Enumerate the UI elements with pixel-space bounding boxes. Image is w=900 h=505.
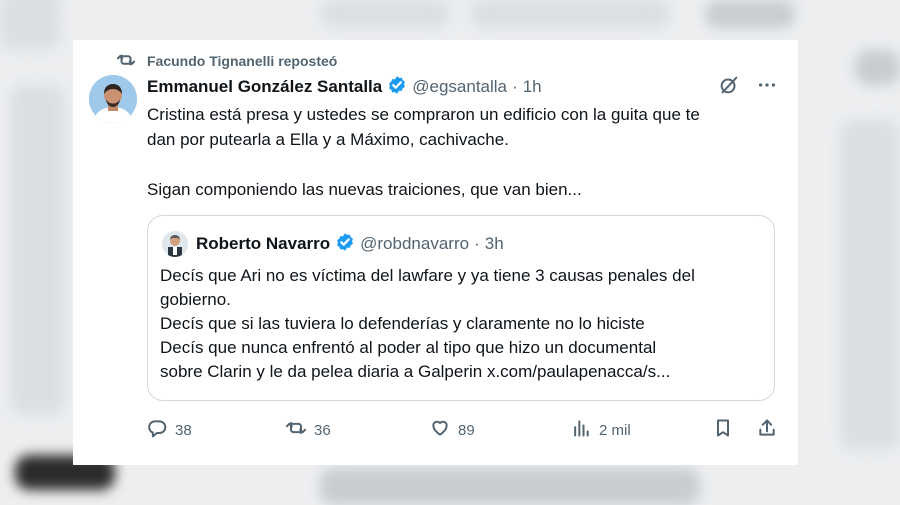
author-name[interactable]: Emmanuel González Santalla (147, 77, 382, 97)
quote-timestamp[interactable]: 3h (485, 234, 504, 254)
bookmark-icon[interactable] (713, 418, 733, 442)
share-icon[interactable] (757, 418, 777, 442)
like-count: 89 (458, 421, 475, 439)
view-count: 2 mil (599, 421, 631, 439)
background-block (705, 0, 795, 28)
like-button[interactable]: 89 (430, 418, 571, 442)
bar-chart-icon (571, 418, 591, 442)
timestamp[interactable]: 1h (523, 77, 542, 97)
background-block (10, 85, 65, 415)
quote-text-line: sobre Clarin y le da pelea diaria a Galp… (160, 362, 671, 381)
separator-dot: · (474, 234, 480, 253)
views-button[interactable]: 2 mil (571, 418, 713, 442)
background-block (840, 120, 900, 450)
quote-author-handle[interactable]: @robdnavarro (360, 234, 469, 254)
reply-icon (147, 418, 167, 442)
repost-text: Facundo Tignanelli reposteó (147, 53, 338, 69)
action-bar-end (713, 418, 777, 442)
grok-icon[interactable] (718, 74, 740, 101)
heart-icon (430, 418, 450, 442)
quote-text-line: Decís que Ari no es víctima del lawfare … (160, 266, 695, 285)
repost-icon (117, 51, 135, 72)
quote-avatar[interactable] (162, 231, 188, 257)
reply-button[interactable]: 38 (147, 418, 286, 442)
background-block (0, 0, 60, 50)
verified-badge-icon (382, 75, 412, 100)
action-bar: 38 36 89 2 mil (147, 418, 777, 442)
background-block (855, 50, 900, 85)
repost-button[interactable]: 36 (286, 418, 430, 442)
repost-indicator: Facundo Tignanelli reposteó (117, 52, 337, 70)
repost-icon (286, 418, 306, 442)
background-block (470, 0, 670, 28)
quote-text: Decís que Ari no es víctima del lawfare … (160, 264, 760, 384)
verified-badge-icon (330, 232, 360, 257)
quote-text-line: gobierno. (160, 290, 231, 309)
more-options-icon[interactable] (756, 74, 778, 101)
avatar[interactable] (89, 75, 137, 123)
reply-count: 38 (175, 421, 192, 439)
quote-text-line: Decís que nunca enfrentó al poder al tip… (160, 338, 657, 357)
background-block (320, 468, 700, 505)
author-handle[interactable]: @egsantalla (412, 77, 507, 97)
tweet-header: Emmanuel González Santalla @egsantalla ·… (147, 74, 778, 101)
quote-text-line: Decís que si las tuviera lo defenderías … (160, 314, 645, 333)
quote-author-name[interactable]: Roberto Navarro (196, 234, 330, 254)
quote-header: Roberto Navarro @robdnavarro · 3h (162, 231, 504, 257)
repost-count: 36 (314, 421, 331, 439)
quoted-tweet[interactable]: Roberto Navarro @robdnavarro · 3h Decís … (147, 215, 775, 401)
separator-dot: · (512, 77, 518, 96)
tweet-card[interactable]: Facundo Tignanelli reposteó Emmanuel Gon… (73, 40, 798, 465)
background-block (320, 0, 450, 28)
tweet-text: Cristina está presa y ustedes se comprar… (147, 105, 700, 199)
